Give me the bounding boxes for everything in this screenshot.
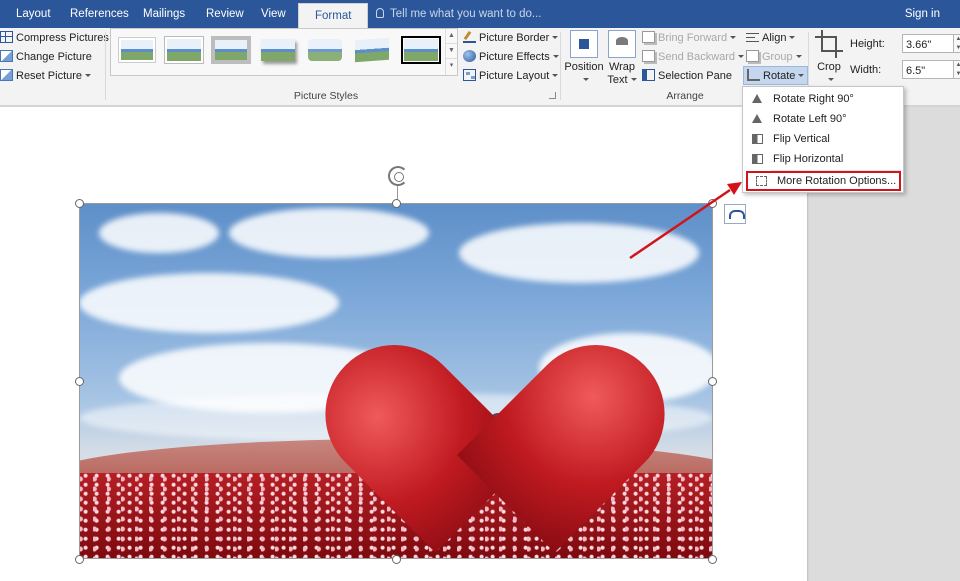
menu-item-label: Rotate Left 90° (773, 113, 847, 125)
menu-item-label: Flip Vertical (773, 133, 830, 145)
rotation-options-icon (756, 176, 767, 186)
menu-item-label: More Rotation Options... (777, 175, 897, 187)
rotate-right-icon (752, 94, 762, 103)
rotate-dropdown-menu: Rotate Right 90° Rotate Left 90° Flip Ve… (742, 86, 904, 193)
flip-vertical-item[interactable]: Flip Vertical (744, 129, 902, 149)
flip-vertical-icon (752, 134, 763, 144)
rotate-left-icon (752, 114, 762, 123)
flip-horizontal-item[interactable]: Flip Horizontal (744, 149, 902, 169)
more-rotation-options-item[interactable]: More Rotation Options... (746, 171, 901, 191)
menu-item-label: Rotate Right 90° (773, 93, 854, 105)
rotate-right-item[interactable]: Rotate Right 90° (744, 89, 902, 109)
flip-horizontal-icon (752, 154, 763, 164)
menu-item-label: Flip Horizontal (773, 153, 844, 165)
rotate-left-item[interactable]: Rotate Left 90° (744, 109, 902, 129)
